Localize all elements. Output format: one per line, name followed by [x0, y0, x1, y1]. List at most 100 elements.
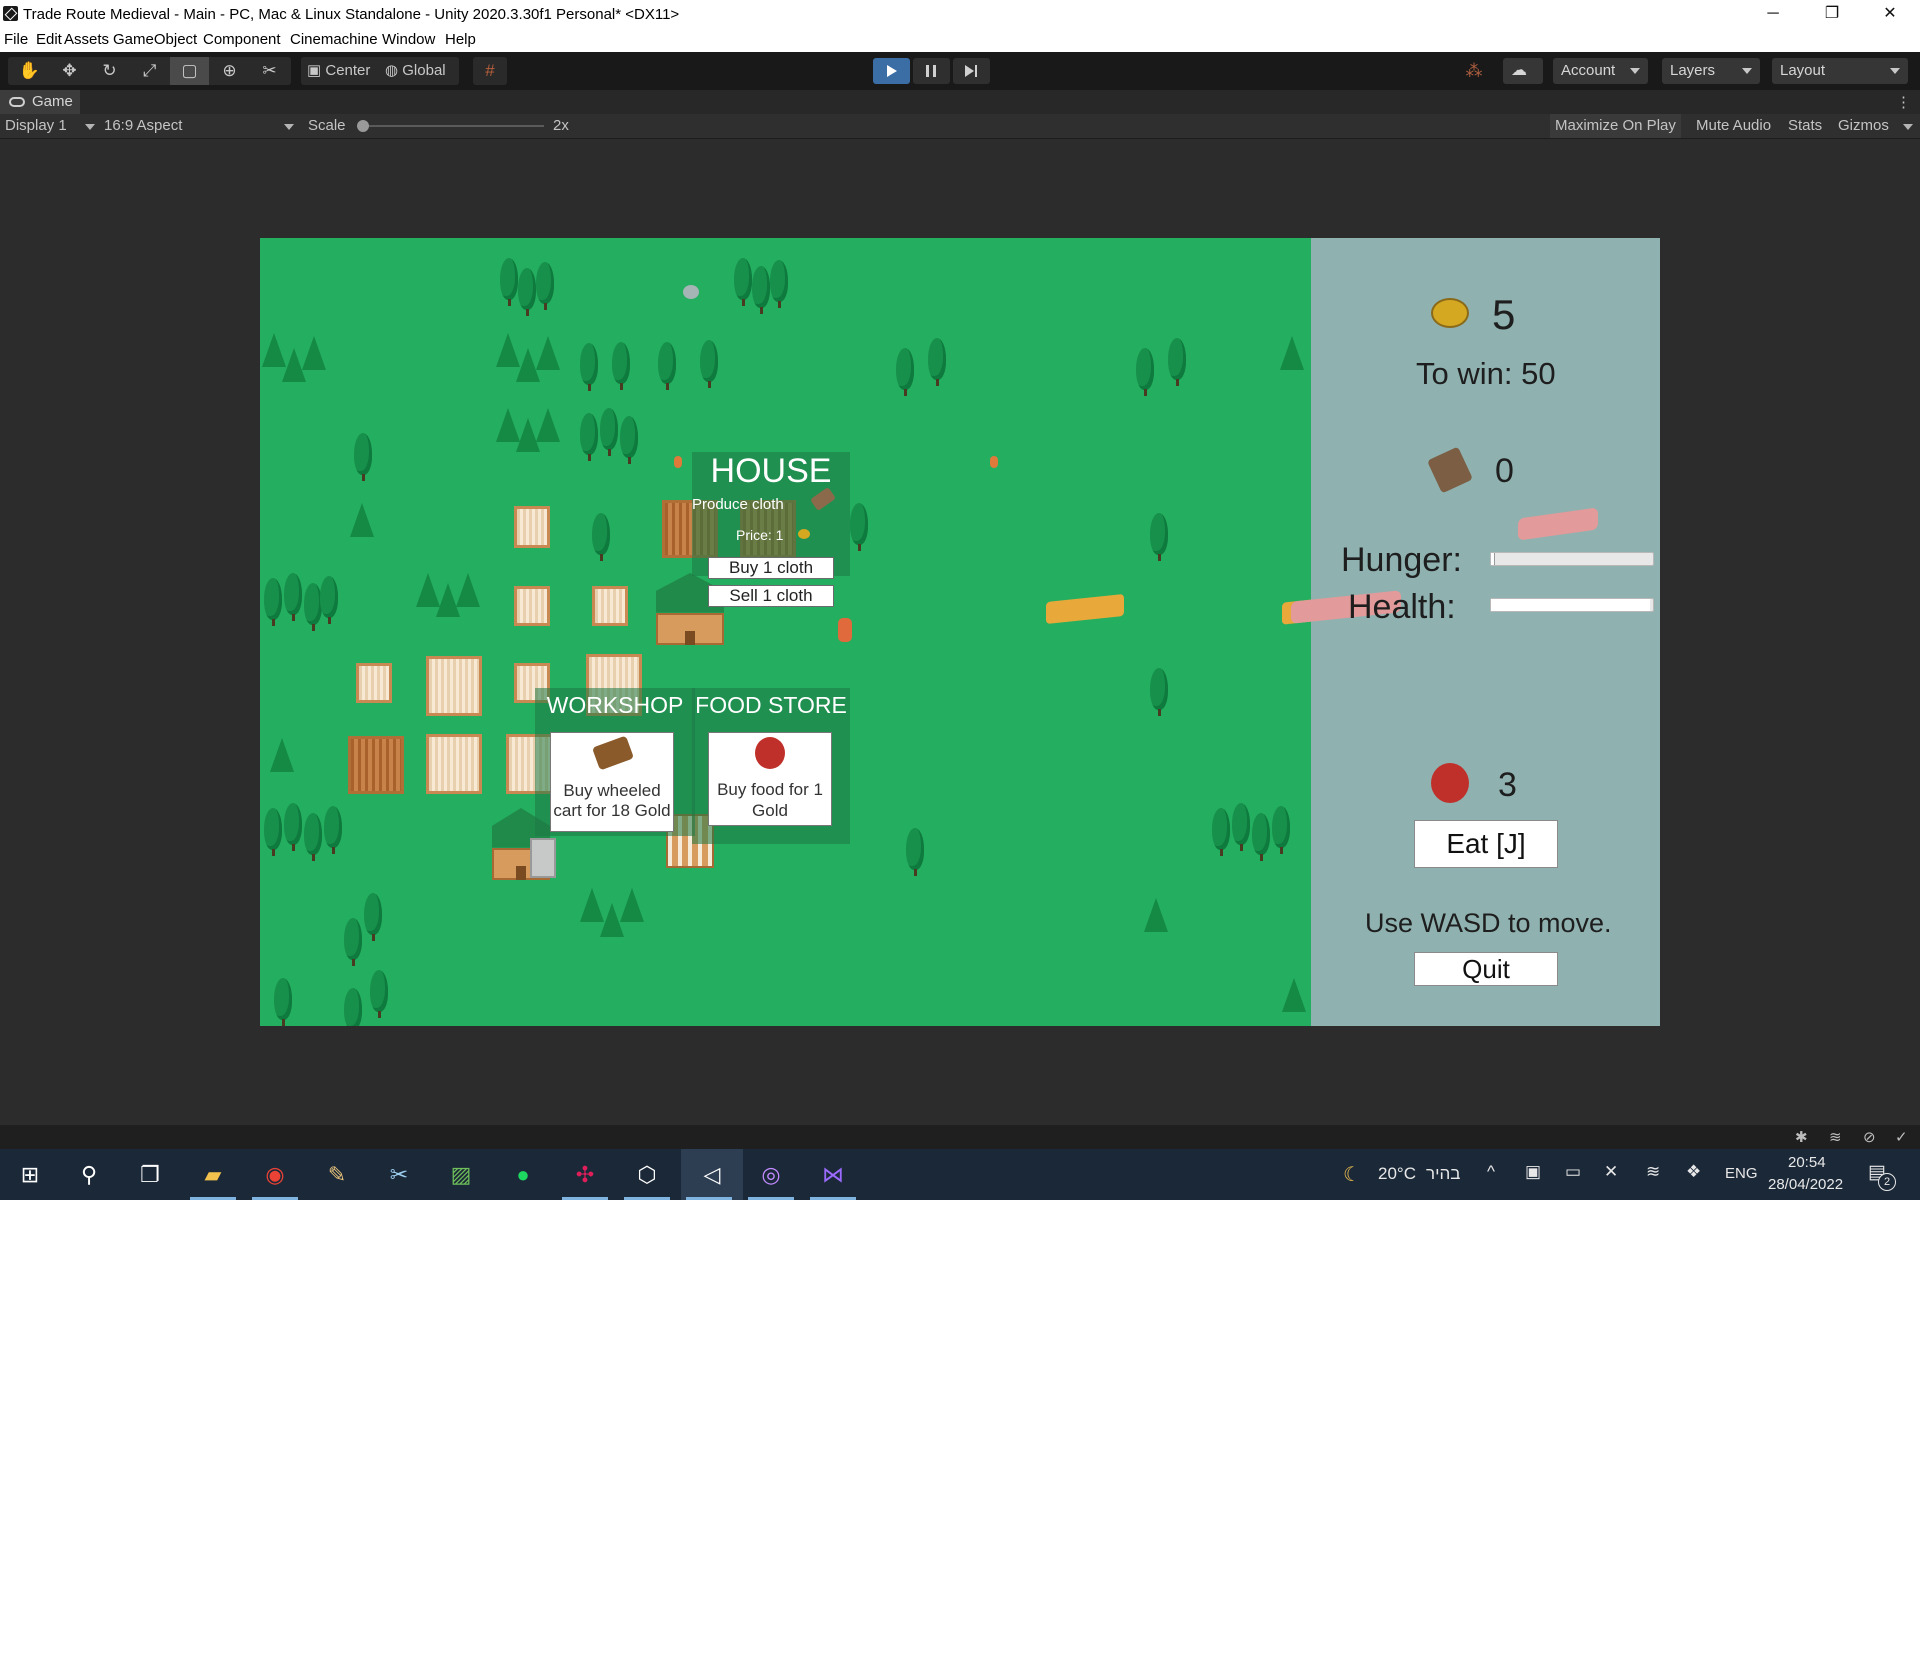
pine-tree: [270, 738, 294, 772]
scale-slider[interactable]: [362, 125, 544, 127]
eat-button[interactable]: Eat [J]: [1414, 820, 1558, 868]
move-tool-icon[interactable]: ✥: [50, 57, 89, 85]
chevron-up-icon[interactable]: ^: [1487, 1162, 1495, 1182]
pause-button[interactable]: [913, 58, 950, 84]
battery-icon[interactable]: ▭: [1565, 1162, 1581, 1182]
image-editor-icon[interactable]: ▨: [443, 1157, 479, 1193]
task-view-icon[interactable]: ❐: [132, 1157, 168, 1193]
debug-icon[interactable]: ✱: [1795, 1128, 1808, 1146]
buy-cart-card[interactable]: Buy wheeled cart for 18 Gold: [550, 732, 674, 832]
house-title: HOUSE: [710, 452, 832, 490]
wifi-icon[interactable]: ≋: [1646, 1162, 1660, 1182]
custom-tool-icon[interactable]: ✂: [250, 57, 289, 85]
layout-dropdown[interactable]: Layout: [1772, 58, 1908, 84]
github-desktop-icon[interactable]: ◎: [753, 1157, 789, 1193]
device-sync-icon[interactable]: ▣: [1525, 1162, 1541, 1182]
tree: [928, 338, 946, 386]
restore-button[interactable]: ❐: [1803, 0, 1861, 28]
snipping-tool-icon[interactable]: ✂: [381, 1157, 417, 1193]
visual-studio-icon[interactable]: ⋈: [815, 1157, 851, 1193]
tree: [770, 260, 788, 308]
gizmos-toggle[interactable]: Gizmos: [1833, 114, 1894, 138]
menu-assets[interactable]: Assets: [64, 31, 109, 48]
buy-food-card[interactable]: Buy food for 1 Gold: [708, 732, 832, 826]
file-explorer-icon[interactable]: ▰: [195, 1157, 231, 1193]
buy-cloth-button[interactable]: Buy 1 cloth: [708, 557, 834, 579]
play-button[interactable]: [873, 58, 910, 84]
cache-icon[interactable]: ⊘: [1863, 1128, 1876, 1146]
stats-toggle[interactable]: Stats: [1783, 114, 1828, 138]
display-dropdown[interactable]: Display 1: [5, 117, 67, 134]
rect-tool-icon[interactable]: ▢: [170, 57, 209, 85]
menu-component[interactable]: Component: [203, 31, 281, 48]
game-view-controls: Display 1 16:9 Aspect Scale 2x Maximize …: [0, 114, 1920, 139]
pivot-global-button[interactable]: ◍ Global: [385, 57, 446, 85]
anvil-stone: [530, 838, 556, 878]
grid-snap-button[interactable]: #: [473, 57, 507, 85]
clock-date[interactable]: 28/04/2022: [1768, 1176, 1843, 1193]
paint-icon[interactable]: ✎: [319, 1157, 355, 1193]
dropbox-icon[interactable]: ❖: [1686, 1162, 1701, 1182]
menu-gameobject[interactable]: GameObject: [113, 31, 197, 48]
quit-button[interactable]: Quit: [1414, 952, 1558, 986]
notification-count-badge: 2: [1878, 1173, 1896, 1191]
weather-temperature[interactable]: 20°C: [1378, 1164, 1416, 1184]
window-title: Trade Route Medieval - Main - PC, Mac & …: [23, 6, 680, 23]
account-dropdown[interactable]: Account: [1553, 58, 1648, 84]
collab-icon[interactable]: ⁂: [1454, 57, 1494, 85]
unity-hub-icon[interactable]: ⬡: [629, 1157, 665, 1193]
weather-description[interactable]: בהיר: [1426, 1164, 1460, 1184]
menu-edit[interactable]: Edit: [36, 31, 62, 48]
menu-window[interactable]: Window: [382, 31, 435, 48]
search-icon[interactable]: ⚲: [71, 1157, 107, 1193]
slack-icon[interactable]: ✣: [567, 1157, 603, 1193]
tree: [370, 970, 388, 1018]
house-building[interactable]: [656, 573, 724, 645]
rotate-tool-icon[interactable]: ↻: [90, 57, 129, 85]
menu-file[interactable]: File: [4, 31, 28, 48]
tree: [592, 513, 610, 561]
globe-icon: ◍: [385, 62, 399, 79]
health-label: Health:: [1348, 588, 1456, 626]
hand-tool-icon[interactable]: ✋: [10, 57, 49, 85]
close-button[interactable]: ✕: [1861, 0, 1919, 28]
workshop-title: WORKSHOP: [546, 692, 684, 718]
windows-start-icon[interactable]: ⊞: [12, 1157, 48, 1193]
tree: [580, 413, 598, 461]
mute-audio-toggle[interactable]: Mute Audio: [1691, 114, 1777, 138]
layers-dropdown[interactable]: Layers: [1662, 58, 1760, 84]
tree: [580, 343, 598, 391]
play-icon: [887, 65, 897, 77]
cloud-button[interactable]: ☁: [1503, 58, 1543, 84]
language-indicator[interactable]: ENG: [1725, 1165, 1758, 1182]
tab-game[interactable]: Game: [0, 90, 80, 114]
menu-help[interactable]: Help: [445, 31, 476, 48]
unity-editor-taskbar-active[interactable]: ◁: [681, 1149, 743, 1200]
grid-snap-icon: #: [485, 61, 495, 80]
instructions-text: Use WASD to move.: [1365, 908, 1612, 938]
kebab-menu-icon[interactable]: ⋮: [1896, 93, 1911, 111]
scale-tool-icon[interactable]: ⤢: [130, 57, 169, 85]
house-price-label: Price: 1: [736, 527, 784, 543]
tree: [1136, 348, 1154, 396]
tree: [1212, 808, 1230, 856]
menu-cinemachine[interactable]: Cinemachine: [290, 31, 378, 48]
aspect-dropdown[interactable]: 16:9 Aspect: [104, 117, 182, 134]
minimize-button[interactable]: ─: [1744, 0, 1802, 28]
chevron-down-icon[interactable]: [1903, 124, 1913, 130]
menu-bar: File Edit Assets GameObject Component Ci…: [0, 28, 1920, 52]
pivot-center-button[interactable]: ▣ Center: [307, 57, 370, 85]
clock-time[interactable]: 20:54: [1788, 1154, 1826, 1171]
speaker-muted-icon[interactable]: ✕: [1604, 1162, 1618, 1182]
spotify-icon[interactable]: ●: [505, 1157, 541, 1193]
maximize-on-play-toggle[interactable]: Maximize On Play: [1550, 114, 1681, 138]
chrome-icon[interactable]: ◉: [257, 1157, 293, 1193]
sell-cloth-button[interactable]: Sell 1 cloth: [708, 585, 834, 607]
transform-tool-icon[interactable]: ⊕: [210, 57, 249, 85]
pine-tree: [1280, 336, 1304, 370]
layers-stack-icon[interactable]: ≋: [1829, 1128, 1842, 1146]
scale-slider-handle[interactable]: [357, 120, 369, 132]
pine-tree: [456, 573, 480, 607]
check-icon[interactable]: ✓: [1895, 1128, 1908, 1146]
step-button[interactable]: [953, 58, 990, 84]
